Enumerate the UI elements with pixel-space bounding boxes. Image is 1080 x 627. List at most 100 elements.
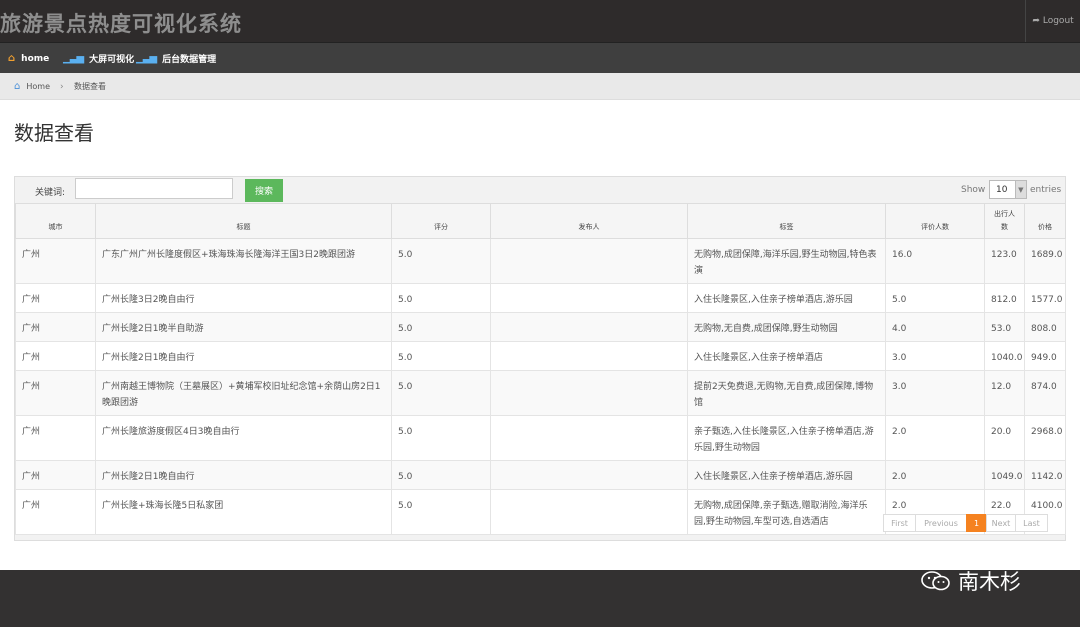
table-cell: 949.0 <box>1024 341 1066 371</box>
pagination-last[interactable]: Last <box>1015 514 1048 532</box>
watermark-text: 南木杉 <box>958 570 1021 594</box>
table-cell: 广州长隆旅游度假区4日3晚自由行 <box>95 415 392 461</box>
pagination-next[interactable]: Next <box>986 514 1016 532</box>
table-cell: 广东广州广州长隆度假区+珠海珠海长隆海洋王国3日2晚跟团游 <box>95 238 392 284</box>
table-cell: 1049.0 <box>984 460 1025 490</box>
signal-bars-icon: ▁▃▅ <box>63 53 84 64</box>
table-cell: 5.0 <box>391 489 491 535</box>
table-cell: 2.0 <box>885 415 985 461</box>
entries-select-value: 10 <box>996 184 1008 195</box>
breadcrumb-home[interactable]: ⌂ Home <box>14 73 50 100</box>
breadcrumb-home-label: Home <box>26 82 50 91</box>
table-cell: 广州 <box>15 312 96 342</box>
chevron-down-icon: ▼ <box>1014 181 1026 198</box>
table-cell <box>490 283 688 313</box>
search-input[interactable] <box>75 178 233 199</box>
entries-per-page-select[interactable]: 10 ▼ <box>989 180 1027 199</box>
table-cell: 123.0 <box>984 238 1025 284</box>
table-row[interactable]: 广州 广东广州广州长隆度假区+珠海珠海长隆海洋王国3日2晚跟团游 5.0 无购物,成团… <box>15 238 1066 284</box>
pagination-first[interactable]: First <box>883 514 916 532</box>
table-cell: 16.0 <box>885 238 985 284</box>
search-button[interactable]: 搜索 <box>245 179 283 202</box>
table-cell: 入住长隆景区,入住亲子榜单酒店 <box>687 341 886 371</box>
table-cell <box>490 370 688 416</box>
app-title: 旅游景点热度可视化系统 <box>0 12 242 36</box>
column-header[interactable]: 评分 <box>391 203 491 239</box>
table-cell: 12.0 <box>984 370 1025 416</box>
table-cell: 874.0 <box>1024 370 1066 416</box>
column-header[interactable]: 城市 <box>15 203 96 239</box>
breadcrumb: ⌂ Home › 数据查看 <box>0 73 1080 100</box>
table-cell: 入住长隆景区,入住亲子榜单酒店,游乐园 <box>687 460 886 490</box>
column-header[interactable]: 价格 <box>1024 203 1066 239</box>
breadcrumb-current: 数据查看 <box>74 82 106 91</box>
table-cell: 广州 <box>15 489 96 535</box>
table-cell <box>490 460 688 490</box>
table-cell: 广州长隆2日1晚自由行 <box>95 341 392 371</box>
table-cell: 提前2天免费退,无购物,无自费,成团保障,博物馆 <box>687 370 886 416</box>
table-row[interactable]: 广州 广州长隆2日1晚自由行 5.0 入住长隆景区,入住亲子榜单酒店,游乐园 2.0 10… <box>15 460 1066 490</box>
table-row[interactable]: 广州 广州长隆2日1晚半自助游 5.0 无购物,无自费,成团保障,野生动物园 4.0 53… <box>15 312 1066 342</box>
table-cell: 无购物,无自费,成团保障,野生动物园 <box>687 312 886 342</box>
table-cell: 广州长隆2日1晚自由行 <box>95 460 392 490</box>
table-cell: 20.0 <box>984 415 1025 461</box>
table-cell <box>490 415 688 461</box>
nav-item-dashboard[interactable]: ▁▃▅ 大屏可视化 <box>63 43 134 74</box>
column-header[interactable]: 评价人数 <box>885 203 985 239</box>
table-cell: 5.0 <box>885 283 985 313</box>
chevron-right-icon: › <box>60 81 64 92</box>
column-header[interactable]: 出行人数 <box>984 203 1025 239</box>
search-label: 关键词: <box>35 188 66 198</box>
table-cell: 5.0 <box>391 370 491 416</box>
table-cell: 812.0 <box>984 283 1025 313</box>
table-cell: 5.0 <box>391 415 491 461</box>
nav-item-home[interactable]: ⌂ home <box>8 43 49 74</box>
show-label: Show <box>961 185 986 195</box>
table-cell: 1577.0 <box>1024 283 1066 313</box>
column-header[interactable]: 标签 <box>687 203 886 239</box>
watermark: 南木杉 <box>920 566 1021 596</box>
entries-label: entries <box>1030 185 1062 195</box>
data-table: 城市 标题 评分 发布人 标签 评价人数 出行人数 价格 广州 广东广州广州长隆度… <box>15 203 1066 535</box>
table-cell: 广州 <box>15 341 96 371</box>
table-cell: 5.0 <box>391 312 491 342</box>
table-row[interactable]: 广州 广州长隆3日2晚自由行 5.0 入住长隆景区,入住亲子榜单酒店,游乐园 5.0 81… <box>15 283 1066 313</box>
top-header: 旅游景点热度可视化系统 ➦ Logout <box>0 0 1080 42</box>
table-row[interactable]: 广州 广州长隆旅游度假区4日3晚自由行 5.0 亲子甄选,入住长隆景区,入住亲子榜单酒… <box>15 415 1066 461</box>
table-cell: 广州 <box>15 415 96 461</box>
table-cell: 1142.0 <box>1024 460 1066 490</box>
table-cell: 无购物,成团保障,亲子甄选,赠取消险,海洋乐园,野生动物园,车型可选,自选酒店 <box>687 489 886 535</box>
pagination-page-current[interactable]: 1 <box>966 514 987 532</box>
table-cell: 1040.0 <box>984 341 1025 371</box>
signal-bars-icon: ▁▃▅ <box>136 53 157 64</box>
table-cell: 3.0 <box>885 341 985 371</box>
table-cell: 5.0 <box>391 341 491 371</box>
table-cell: 广州南越王博物院（王墓展区）+黄埔军校旧址纪念馆+余荫山房2日1晚跟团游 <box>95 370 392 416</box>
table-cell: 广州长隆3日2晚自由行 <box>95 283 392 313</box>
table-cell: 4.0 <box>885 312 985 342</box>
table-cell: 广州 <box>15 238 96 284</box>
logout-button[interactable]: ➦ Logout <box>1025 0 1080 42</box>
column-header[interactable]: 发布人 <box>490 203 688 239</box>
table-cell: 亲子甄选,入住长隆景区,入住亲子榜单酒店,游乐园,野生动物园 <box>687 415 886 461</box>
table-cell: 53.0 <box>984 312 1025 342</box>
table-cell: 808.0 <box>1024 312 1066 342</box>
home-icon: ⌂ <box>8 53 16 64</box>
table-cell <box>490 238 688 284</box>
table-row[interactable]: 广州 广州长隆2日1晚自由行 5.0 入住长隆景区,入住亲子榜单酒店 3.0 1040.0… <box>15 341 1066 371</box>
table-row[interactable]: 广州 广州南越王博物院（王墓展区）+黄埔军校旧址纪念馆+余荫山房2日1晚跟团游 5.… <box>15 370 1066 416</box>
column-header[interactable]: 标题 <box>95 203 392 239</box>
nav-item-data-admin[interactable]: ▁▃▅ 后台数据管理 <box>136 43 216 74</box>
pagination-previous[interactable]: Previous <box>915 514 967 532</box>
pagination: First Previous 1 Next Last <box>883 514 1048 532</box>
table-cell: 5.0 <box>391 238 491 284</box>
table-cell <box>490 312 688 342</box>
table-cell: 广州 <box>15 460 96 490</box>
table-cell <box>490 489 688 535</box>
table-cell: 入住长隆景区,入住亲子榜单酒店,游乐园 <box>687 283 886 313</box>
wechat-icon <box>921 571 950 591</box>
table-cell: 3.0 <box>885 370 985 416</box>
page-footer <box>0 570 1080 627</box>
table-cell: 2.0 <box>885 460 985 490</box>
main-nav: ⌂ home ▁▃▅ 大屏可视化 ▁▃▅ 后台数据管理 <box>0 42 1080 73</box>
